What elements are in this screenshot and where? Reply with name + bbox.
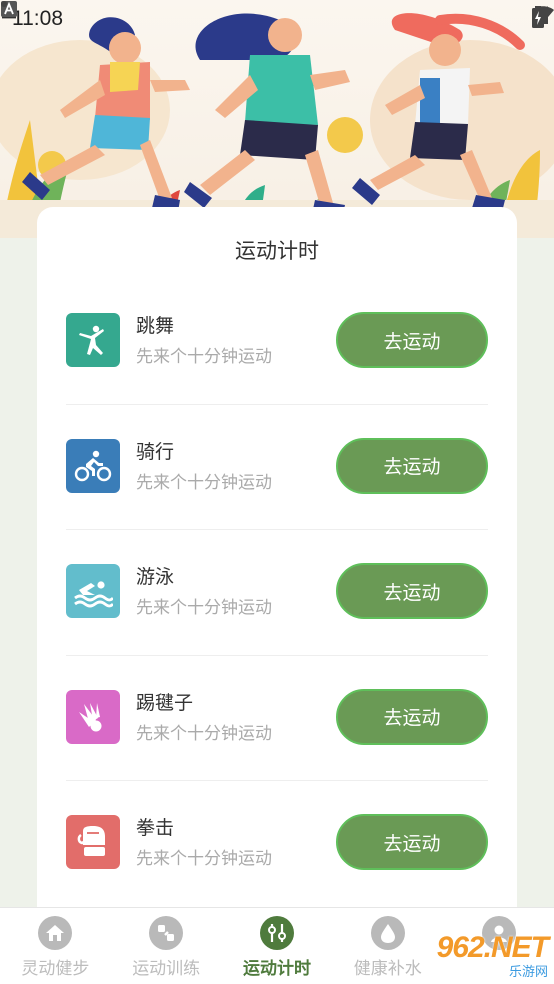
dot-icon — [1, 1, 235, 30]
nav-item-training[interactable]: 运动训练 — [111, 908, 222, 984]
status-bar: 11:08 — [0, 0, 554, 38]
water-drop-icon — [370, 916, 405, 950]
go-exercise-button[interactable]: 去运动 — [336, 688, 488, 745]
activity-name: 跳舞 — [136, 315, 175, 337]
nav-item-timer[interactable]: 运动计时 — [222, 908, 333, 984]
list-item: 游泳 先来个十分钟运动 去运动 — [66, 529, 488, 655]
nav-label: 运动训练 — [132, 959, 201, 979]
boxing-icon — [66, 815, 120, 869]
nav-label: 运动计时 — [242, 959, 311, 979]
nav-item-water[interactable]: 健康补水 — [332, 908, 443, 984]
list-item: 跳舞 先来个十分钟运动 去运动 — [66, 278, 488, 404]
download-icon — [2, 2, 133, 30]
activity-list: 跳舞 先来个十分钟运动 去运动 骑行 先来个十分钟运动 去运动 游泳 先来个十分… — [66, 278, 488, 906]
download-icon — [2, 2, 167, 30]
cycling-icon — [66, 438, 120, 493]
nav-label: 健康补水 — [353, 959, 422, 979]
activity-subtitle: 先来个十分钟运动 — [136, 472, 272, 493]
swimming-icon — [66, 564, 120, 618]
activity-name: 拳击 — [136, 817, 175, 839]
activity-subtitle: 先来个十分钟运动 — [136, 723, 272, 744]
nav-label: 灵动健步 — [21, 959, 90, 979]
go-exercise-button[interactable]: 去运动 — [336, 563, 488, 619]
status-time: 11:08 — [12, 7, 63, 30]
go-exercise-button[interactable]: 去运动 — [336, 312, 488, 368]
hero-banner: 11:08 — [0, 0, 554, 238]
nav-item-walk[interactable]: 灵动健步 — [0, 908, 111, 984]
watermark-logo: 962.NET — [436, 931, 549, 964]
activity-name: 骑行 — [136, 440, 175, 463]
training-icon — [149, 916, 184, 950]
timer-icon — [259, 916, 294, 950]
activity-subtitle: 先来个十分钟运动 — [136, 849, 272, 869]
shuttlecock-icon — [66, 689, 120, 744]
page-title: 运动计时 — [235, 239, 319, 263]
activity-name: 游泳 — [136, 566, 175, 588]
dance-icon — [66, 313, 120, 367]
activity-subtitle: 先来个十分钟运动 — [136, 598, 272, 618]
list-item: 拳击 先来个十分钟运动 去运动 — [66, 780, 488, 906]
activity-name: 踢毽子 — [136, 691, 194, 714]
list-item: 骑行 先来个十分钟运动 去运动 — [66, 403, 488, 530]
go-exercise-button[interactable]: 去运动 — [336, 437, 488, 494]
list-item: 踢毽子 先来个十分钟运动 去运动 — [66, 654, 488, 781]
app-notification-icon — [1, 1, 201, 30]
home-icon — [38, 916, 73, 950]
watermark: 962.NET 乐游网 — [436, 931, 549, 980]
activity-subtitle: 先来个十分钟运动 — [136, 347, 272, 367]
download-icon — [2, 2, 99, 30]
watermark-subtext: 乐游网 — [508, 965, 548, 980]
go-exercise-button[interactable]: 去运动 — [336, 814, 488, 870]
